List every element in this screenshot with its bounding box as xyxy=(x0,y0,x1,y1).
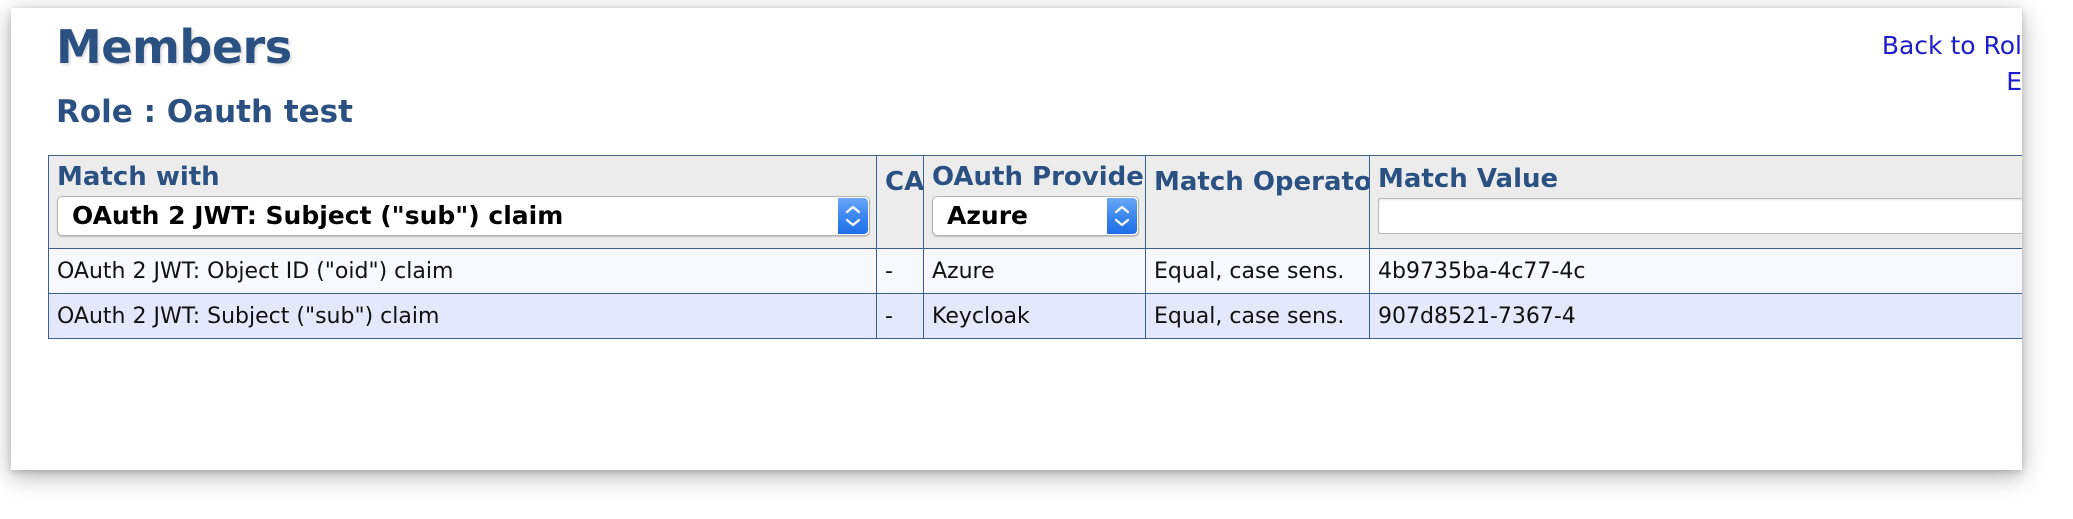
cell-ca: - xyxy=(877,249,924,294)
ca-filter-cell xyxy=(877,201,923,237)
oauth-provider-select[interactable]: Azure xyxy=(932,196,1139,236)
header-links: Back to Rol E xyxy=(1462,28,2022,101)
table-header: Match with OAuth 2 JWT: Subject ("sub") … xyxy=(49,156,2023,249)
column-header-match-with: Match with OAuth 2 JWT: Subject ("sub") … xyxy=(49,156,877,249)
match-with-select[interactable]: OAuth 2 JWT: Subject ("sub") claim xyxy=(57,196,870,236)
column-header-match-value: Match Value xyxy=(1370,156,2023,249)
match-value-input[interactable] xyxy=(1378,198,2022,234)
content-card: Members Role : Oauth test Back to Rol E … xyxy=(11,8,2022,470)
match-operator-filter-cell xyxy=(1146,201,1369,237)
column-header-oauth-provider: OAuth Provider Azure xyxy=(924,156,1146,249)
page-header: Members Role : Oauth test Back to Rol E xyxy=(11,8,2022,153)
cell-match-operator: Equal, case sens. xyxy=(1146,249,1370,294)
column-label-match-value: Match Value xyxy=(1370,162,2022,198)
column-label-match-operator: Match Operator xyxy=(1146,165,1369,201)
cell-match-value: 4b9735ba-4c77-4c xyxy=(1370,249,2023,294)
cell-match-operator: Equal, case sens. xyxy=(1146,294,1370,339)
column-label-oauth-provider: OAuth Provider xyxy=(924,160,1145,196)
cell-match-with: OAuth 2 JWT: Object ID ("oid") claim xyxy=(49,249,877,294)
match-with-select-value: OAuth 2 JWT: Subject ("sub") claim xyxy=(58,197,869,235)
match-with-filter-cell: OAuth 2 JWT: Subject ("sub") claim xyxy=(49,196,876,242)
page-title: Members xyxy=(56,20,292,74)
cell-match-with: OAuth 2 JWT: Subject ("sub") claim xyxy=(49,294,877,339)
page-background: Members Role : Oauth test Back to Rol E … xyxy=(0,0,2073,519)
cell-oauth-provider: Azure xyxy=(924,249,1146,294)
chevron-updown-icon[interactable] xyxy=(838,198,868,234)
column-header-match-operator: Match Operator xyxy=(1146,156,1370,249)
cell-match-value: 907d8521-7367-4 xyxy=(1370,294,2023,339)
role-subtitle: Role : Oauth test xyxy=(56,94,353,130)
secondary-link[interactable]: E xyxy=(1462,64,2022,100)
table-body: OAuth 2 JWT: Object ID ("oid") claim - A… xyxy=(49,249,2023,339)
oauth-provider-filter-cell: Azure xyxy=(924,196,1145,242)
cell-oauth-provider: Keycloak xyxy=(924,294,1146,339)
table-row[interactable]: OAuth 2 JWT: Subject ("sub") claim - Key… xyxy=(49,294,2023,339)
back-to-roles-link[interactable]: Back to Rol xyxy=(1462,28,2022,64)
members-table: Match with OAuth 2 JWT: Subject ("sub") … xyxy=(48,155,2022,339)
cell-ca: - xyxy=(877,294,924,339)
column-label-ca: CA xyxy=(877,165,923,201)
column-header-ca: CA xyxy=(877,156,924,249)
match-value-filter-cell xyxy=(1370,198,2022,240)
column-label-match-with: Match with xyxy=(49,160,876,196)
table-header-row: Match with OAuth 2 JWT: Subject ("sub") … xyxy=(49,156,2023,249)
table-row[interactable]: OAuth 2 JWT: Object ID ("oid") claim - A… xyxy=(49,249,2023,294)
chevron-updown-icon[interactable] xyxy=(1107,198,1137,234)
